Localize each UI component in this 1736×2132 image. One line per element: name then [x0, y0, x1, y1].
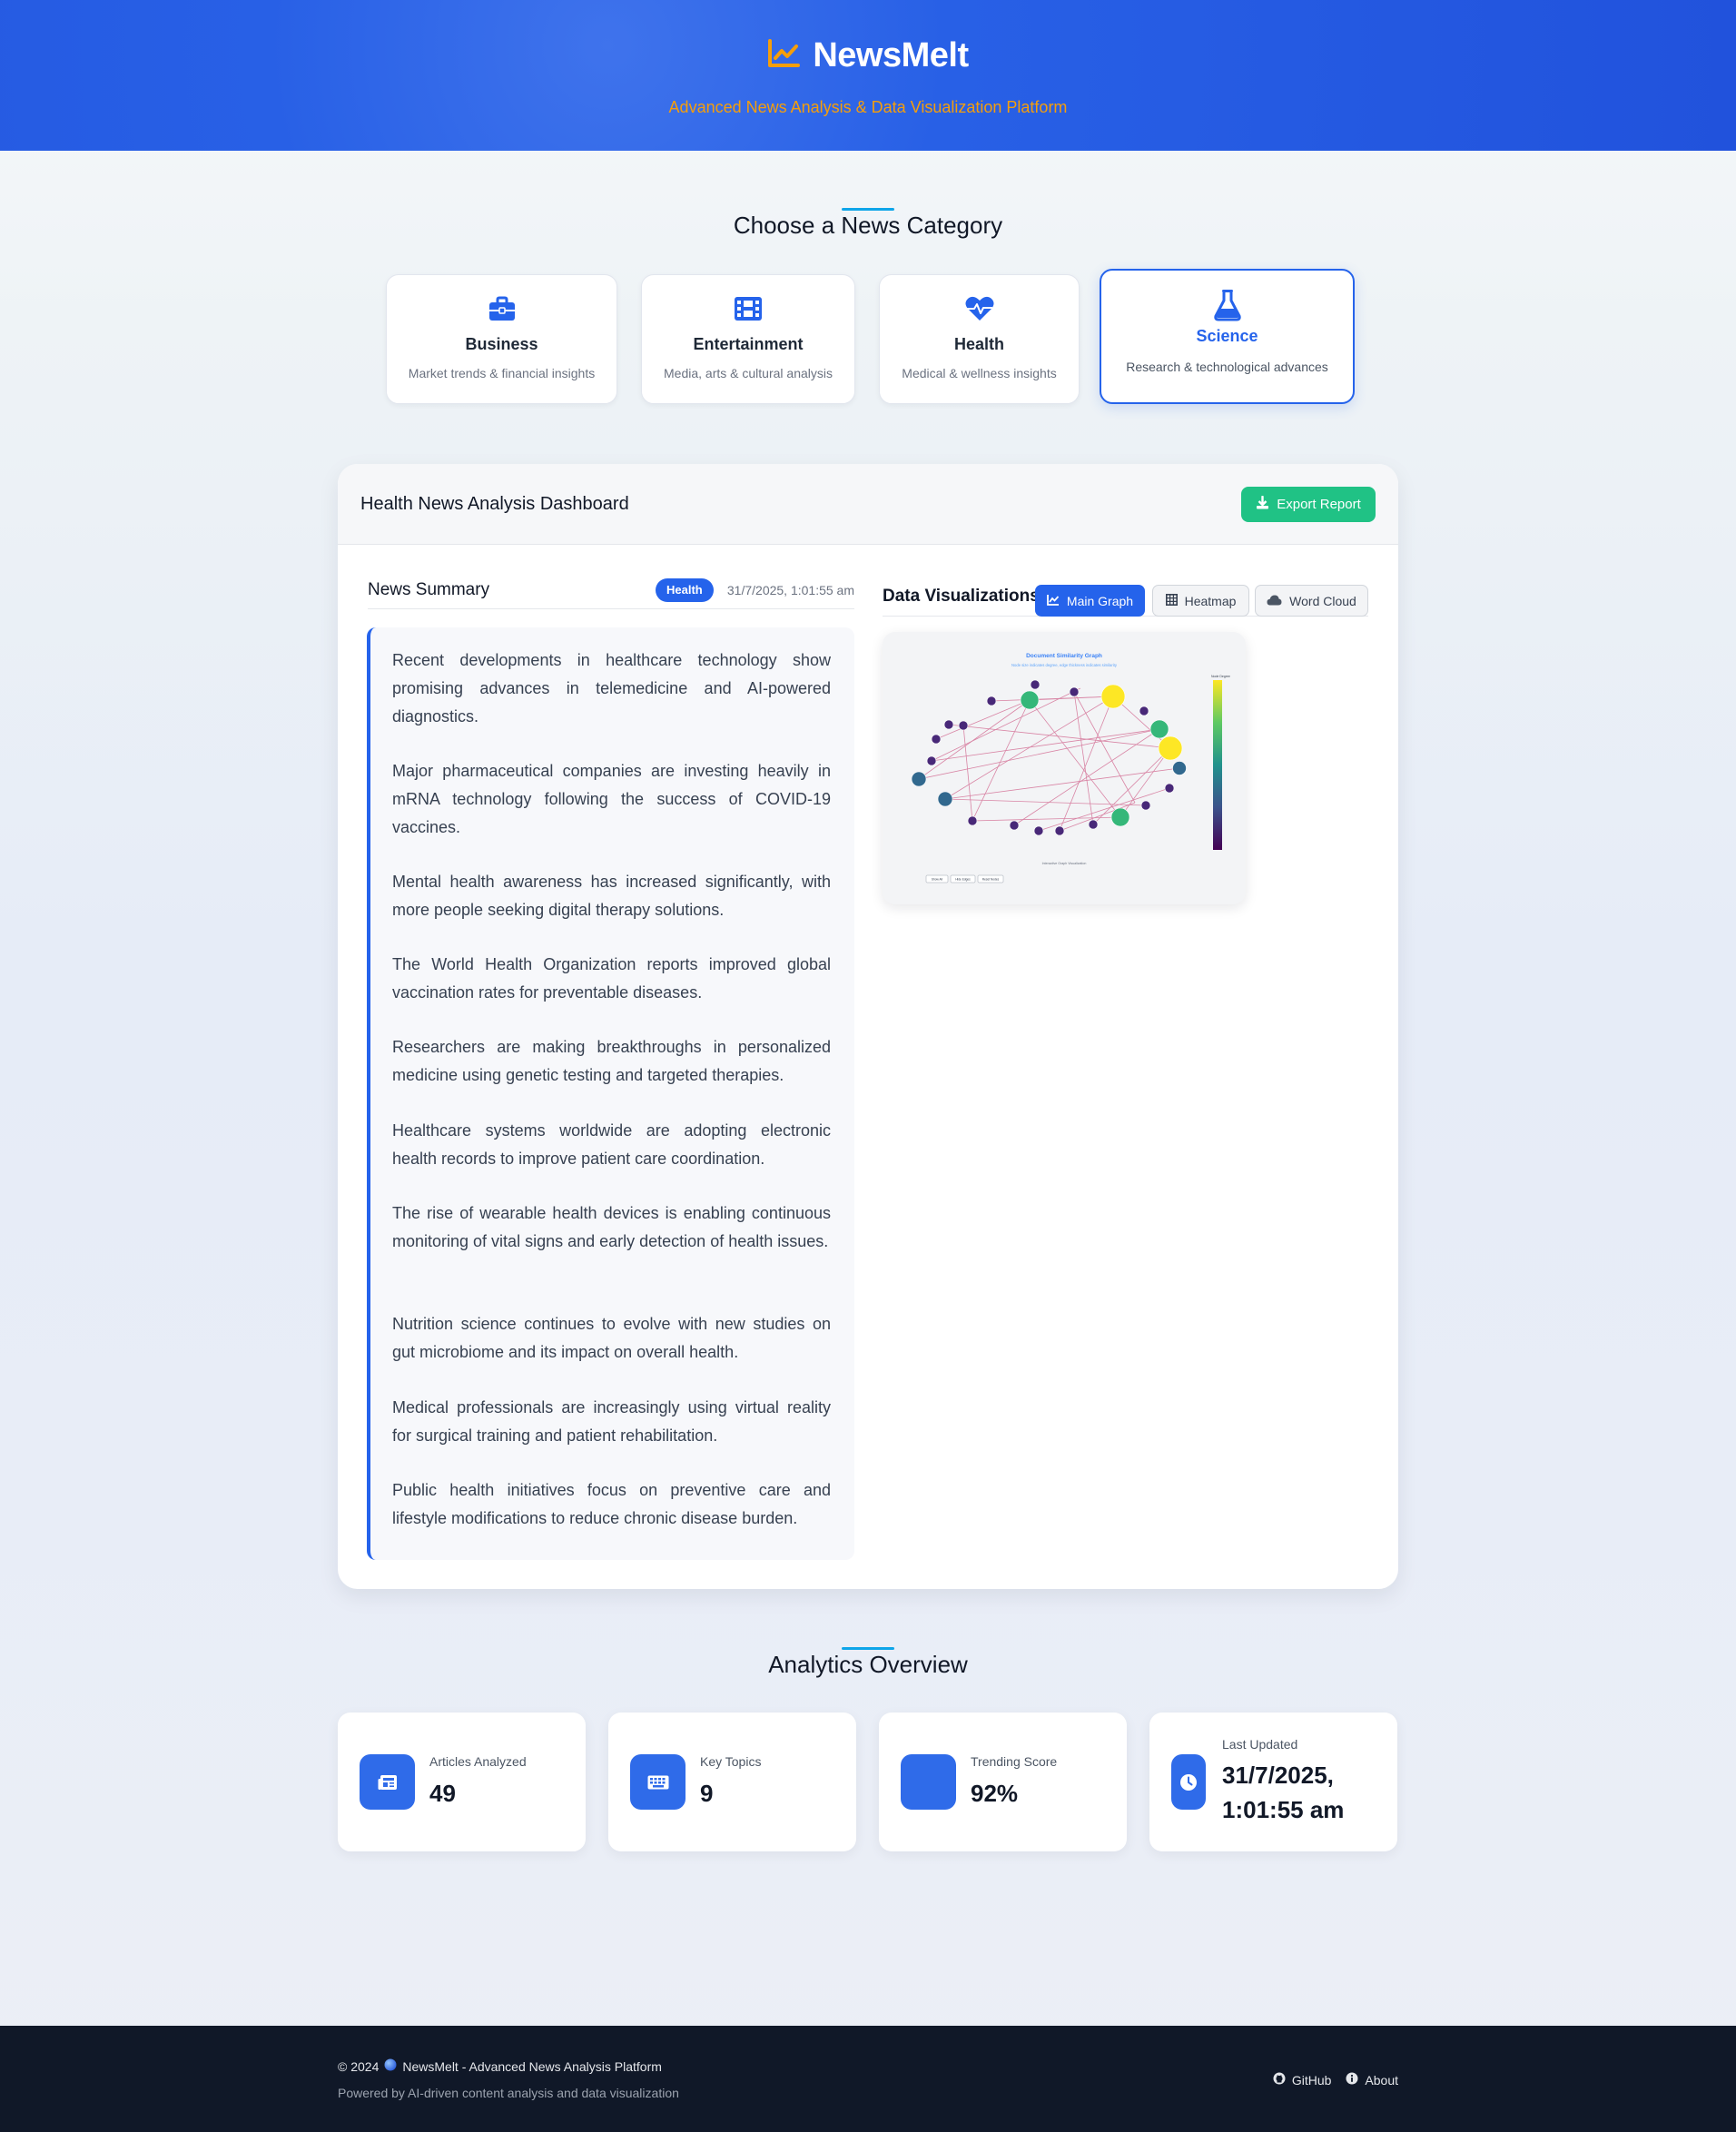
summary-timestamp: 31/7/2025, 1:01:55 am — [726, 583, 854, 597]
title-accent-bar — [842, 208, 894, 211]
github-icon — [1273, 2072, 1286, 2088]
download-icon — [1256, 495, 1269, 513]
tab-label: Main Graph — [1066, 593, 1134, 608]
category-badge: Health — [656, 578, 714, 602]
stat-value: 31/7/2025, 1:01:55 am — [1222, 1762, 1345, 1823]
category-description: Research & technological advances — [1126, 360, 1328, 374]
analysis-dashboard: Health News Analysis Dashboard Export Re… — [338, 464, 1398, 1589]
brand[interactable]: NewsMelt — [0, 35, 1736, 76]
footer-link-label: About — [1365, 2072, 1398, 2088]
colorbar — [1213, 680, 1222, 850]
trending-icon — [901, 1754, 956, 1810]
summary-paragraph: The World Health Organization reports im… — [392, 955, 831, 1002]
stat-label: Last Updated — [1222, 1737, 1298, 1752]
summary-paragraph: Nutrition science continues to evolve wi… — [392, 1315, 831, 1361]
footer-link-label: GitHub — [1291, 2072, 1332, 2088]
document-similarity-graph[interactable]: Document Similarity Graph Node size indi… — [883, 632, 1246, 904]
stat-card-key-topics: Key Topics 9 — [608, 1713, 856, 1851]
stat-value: 9 — [700, 1780, 714, 1807]
footer-link-github[interactable]: GitHub — [1273, 2072, 1332, 2088]
category-card-science[interactable]: Science Research & technological advance… — [1100, 269, 1355, 404]
summary-paragraph: Mental health awareness has increased si… — [392, 873, 831, 919]
info-icon — [1346, 2072, 1358, 2088]
copyright-text: © 2024 — [338, 2058, 380, 2074]
chart-line-icon — [1047, 594, 1060, 608]
graph-button-label: Show All — [932, 878, 943, 882]
tab-label: Heatmap — [1184, 593, 1237, 608]
tab-main-graph[interactable]: Main Graph — [1035, 585, 1145, 617]
graph-button-label: Reset Nodes — [982, 878, 1000, 882]
summary-paragraph: The rise of wearable health devices is e… — [392, 1204, 831, 1250]
footer-powered-by: Powered by AI-driven content analysis an… — [338, 2086, 679, 2100]
visualizations-header: Data Visualizations Main Graph Heatmap W… — [883, 577, 1368, 617]
footer-platform: NewsMelt - Advanced News Analysis Platfo… — [402, 2058, 662, 2074]
summary-paragraph: Major pharmaceutical companies are inves… — [392, 762, 831, 836]
category-description: Market trends & financial insights — [408, 366, 596, 380]
stat-value: 92% — [971, 1780, 1019, 1807]
site-footer: © 2024 NewsMelt - Advanced News Analysis… — [0, 2026, 1736, 2132]
stat-label: Trending Score — [971, 1754, 1058, 1769]
footer-copyright: © 2024 NewsMelt - Advanced News Analysis… — [338, 2058, 662, 2074]
category-description: Medical & wellness insights — [902, 366, 1057, 380]
categories-title: Choose a News Category — [733, 212, 1003, 239]
stat-card-trending: Trending Score 92% — [879, 1713, 1127, 1851]
summary-title: News Summary — [368, 580, 490, 599]
dashboard-header: Health News Analysis Dashboard Export Re… — [338, 464, 1398, 545]
category-card-entertainment[interactable]: Entertainment Media, arts & cultural ana… — [641, 274, 855, 404]
table-grid-icon — [1165, 593, 1178, 608]
category-card-business[interactable]: Business Market trends & financial insig… — [386, 274, 617, 404]
category-name: Entertainment — [693, 335, 804, 353]
summary-paragraph: Healthcare systems worldwide are adoptin… — [392, 1121, 831, 1168]
brand-tagline: Advanced News Analysis & Data Visualizat… — [668, 98, 1068, 116]
category-card-health[interactable]: Health Medical & wellness insights — [879, 274, 1080, 404]
footer-link-about[interactable]: About — [1346, 2072, 1398, 2088]
export-report-label: Export Report — [1277, 497, 1361, 512]
stat-card-last-updated: Last Updated 31/7/2025, 1:01:55 am — [1149, 1713, 1397, 1851]
stat-label: Key Topics — [700, 1754, 762, 1769]
summary-header: News Summary Health 31/7/2025, 1:01:55 a… — [368, 577, 854, 609]
cloud-icon — [1267, 594, 1282, 608]
brand-name: NewsMelt — [813, 35, 969, 74]
dashboard-title: Health News Analysis Dashboard — [360, 494, 629, 514]
graph-controls[interactable]: Show All Hide Edges Reset Nodes — [925, 874, 1004, 883]
keyboard-icon — [630, 1754, 686, 1810]
graph-footer-text: Interactive Graph Visualization — [1042, 862, 1087, 865]
stat-value: 49 — [429, 1780, 456, 1807]
footer-links: GitHub About — [1273, 2072, 1398, 2088]
category-name: Health — [953, 335, 1004, 353]
newspaper-icon — [360, 1754, 415, 1810]
analytics-title: Analytics Overview — [768, 1651, 968, 1678]
stat-card-articles: Articles Analyzed 49 — [338, 1713, 586, 1851]
tab-word-cloud[interactable]: Word Cloud — [1255, 585, 1368, 617]
summary-content: Recent developments in healthcare techno… — [367, 627, 854, 1560]
category-description: Media, arts & cultural analysis — [664, 366, 833, 380]
tab-label: Word Cloud — [1289, 593, 1356, 608]
export-report-button[interactable]: Export Report — [1241, 487, 1376, 522]
summary-paragraph: Medical professionals are increasingly u… — [392, 1398, 831, 1445]
visualizations-title: Data Visualizations — [883, 587, 1040, 606]
category-name: Science — [1196, 327, 1258, 345]
graph-button-label: Hide Edges — [955, 878, 971, 882]
film-icon — [642, 295, 854, 322]
clock-icon — [1171, 1754, 1206, 1810]
heart-pulse-icon — [880, 295, 1079, 322]
flask-icon — [1101, 289, 1353, 321]
summary-paragraph: Public health initiatives focus on preve… — [392, 1481, 831, 1527]
graph-subtitle: Node size indicates degree, edge thickne… — [1011, 663, 1118, 667]
colorbar-title: Node Degree — [1211, 675, 1230, 678]
summary-paragraph: Researchers are making breakthroughs in … — [392, 1038, 831, 1084]
chart-line-icon — [767, 38, 801, 74]
site-header: NewsMelt Advanced News Analysis & Data V… — [0, 0, 1736, 151]
summary-paragraph: Recent developments in healthcare techno… — [392, 651, 831, 725]
title-accent-bar — [842, 1647, 894, 1650]
category-name: Business — [465, 335, 538, 353]
tab-heatmap[interactable]: Heatmap — [1152, 585, 1249, 617]
briefcase-icon — [387, 295, 616, 322]
stat-label: Articles Analyzed — [429, 1754, 527, 1769]
graph-title: Document Similarity Graph — [1026, 653, 1102, 659]
globe-icon — [384, 2058, 397, 2074]
